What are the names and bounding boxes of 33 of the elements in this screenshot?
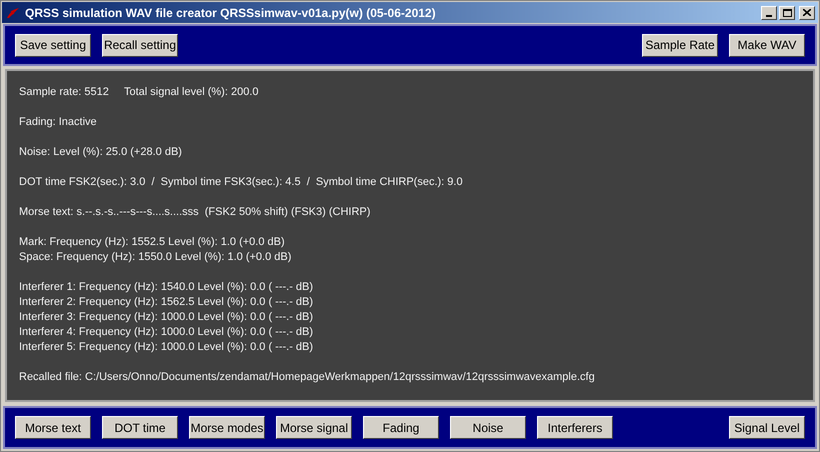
- close-button[interactable]: [799, 6, 815, 20]
- feather-icon: [5, 6, 21, 20]
- toolbar-button[interactable]: Recall setting: [102, 34, 178, 56]
- info-line: Mark: Frequency (Hz): 1552.5 Level (%): 1.0 (+0.0 dB): [19, 235, 285, 250]
- maximize-button[interactable]: [779, 6, 795, 20]
- toolbar-button[interactable]: Fading: [363, 416, 439, 439]
- minimize-button[interactable]: [761, 6, 777, 20]
- toolbar-button[interactable]: Morse text: [15, 416, 91, 439]
- maximize-icon: [782, 8, 792, 16]
- info-line: Recalled file: C:/Users/Onno/Documents/zendamat/HomepageWerkmappen/12qrsssimwav/12qrsssimwavexample.cfg: [19, 370, 595, 385]
- toolbar-button[interactable]: Interferers: [537, 416, 613, 439]
- toolbar-button[interactable]: Noise: [450, 416, 526, 439]
- info-line: Space: Frequency (Hz): 1550.0 Level (%): 1.0 (+0.0 dB): [19, 250, 292, 265]
- info-line: Sample rate: 5512 Total signal level (%): 200.0: [19, 85, 258, 100]
- toolbar-button[interactable]: Sample Rate: [642, 34, 718, 56]
- info-line: Interferer 2: Frequency (Hz): 1562.5 Level (%): 0.0 ( ---.- dB): [19, 295, 314, 310]
- info-line: Interferer 4: Frequency (Hz): 1000.0 Level (%): 0.0 ( ---.- dB): [19, 325, 314, 340]
- toolbar-button[interactable]: Morse modes: [189, 416, 265, 439]
- toolbar-button[interactable]: Morse signal: [276, 416, 352, 439]
- toolbar-button[interactable]: Make WAV: [729, 34, 805, 56]
- info-line: Interferer 5: Frequency (Hz): 1000.0 Level (%): 0.0 ( ---.- dB): [19, 340, 314, 355]
- minimize-icon: [766, 14, 772, 16]
- toolbar-button[interactable]: DOT time: [102, 416, 178, 439]
- info-line: Fading: Inactive: [19, 115, 97, 130]
- info-line: Interferer 1: Frequency (Hz): 1540.0 Level (%): 0.0 ( ---.- dB): [19, 280, 314, 295]
- info-line: Noise: Level (%): 25.0 (+28.0 dB): [19, 145, 182, 160]
- window-title: QRSS simulation WAV file creator QRSSsimwav-v01a.py(w) (05-06-2012): [25, 4, 436, 22]
- info-line: Morse text: s.--.s.-s..---s---s....s....sss (FSK2 50% shift) (FSK3) (CHIRP): [19, 205, 370, 220]
- info-line: DOT time FSK2(sec.): 3.0 / Symbol time FSK3(sec.): 4.5 / Symbol time CHIRP(sec.): 9.0: [19, 175, 463, 190]
- close-icon: [803, 9, 811, 16]
- toolbar-button[interactable]: Signal Level: [729, 416, 805, 439]
- info-line: Interferer 3: Frequency (Hz): 1000.0 Level (%): 0.0 ( ---.- dB): [19, 310, 314, 325]
- toolbar-button[interactable]: Save setting: [15, 34, 91, 56]
